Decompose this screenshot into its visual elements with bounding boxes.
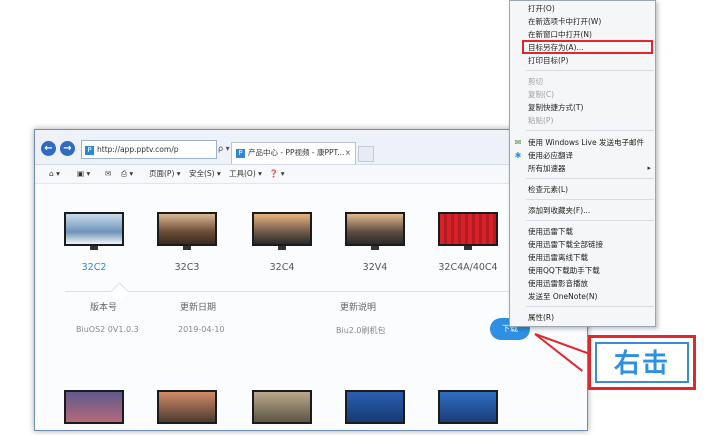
safety-menu[interactable]: 安全(S) ▾ (189, 165, 221, 183)
menu-separator (526, 70, 654, 71)
tools-menu[interactable]: 工具(O) ▾ (229, 165, 262, 183)
home-button[interactable]: ⌂ ▾ (49, 165, 60, 183)
value-notes: Biu2.0刷机包 (336, 326, 386, 335)
translate-icon: ✱ (514, 151, 522, 160)
tv-stand (90, 246, 98, 250)
menu-separator (526, 178, 654, 179)
tv-thumbnail[interactable] (438, 390, 498, 428)
tab-close-icon[interactable]: × (345, 143, 351, 163)
mail-button[interactable]: ✉ (105, 165, 111, 183)
menu-item-thunder-player[interactable]: 使用迅雷影音播放 (528, 278, 588, 290)
mail-icon: ✉ (514, 138, 522, 147)
new-tab-button[interactable] (358, 146, 374, 162)
menu-item-copy-shortcut[interactable]: 复制快捷方式(T) (528, 102, 583, 114)
tv-thumbnail[interactable] (64, 212, 124, 250)
menu-item-thunder-download[interactable]: 使用迅雷下载 (528, 226, 573, 238)
menu-separator (526, 306, 654, 307)
menu-item-paste[interactable]: 粘贴(P) (528, 115, 553, 127)
menu-item-open-new-tab[interactable]: 在新选项卡中打开(W) (528, 16, 601, 28)
tab-site-icon: P (236, 148, 245, 158)
header-version: 版本号 (90, 303, 118, 313)
tv-thumbnail[interactable] (252, 390, 312, 428)
menu-item-translate[interactable]: 使用必应翻译 (528, 150, 573, 162)
product-label[interactable]: 32C4A/40C4 (423, 262, 513, 273)
print-button[interactable]: ⎙ ▾ (121, 165, 133, 183)
menu-item-thunder-offline[interactable]: 使用迅雷离线下载 (528, 252, 588, 264)
tv-stand (464, 246, 472, 250)
address-bar[interactable]: Phttp://app.pptv.com/p (81, 140, 217, 159)
browser-titlebar: ← → Phttp://app.pptv.com/p ρ ▾ C P 产品中心 -… (35, 130, 587, 165)
tv-thumbnail[interactable] (438, 212, 498, 250)
details-divider (65, 291, 565, 292)
site-icon: P (85, 145, 94, 155)
menu-item-copy[interactable]: 复制(C) (528, 89, 554, 101)
tv-thumbnail[interactable] (157, 390, 217, 428)
browser-tab[interactable]: P 产品中心 - PP视频 - 康PPT... × (231, 142, 356, 164)
tv-screen (157, 390, 217, 424)
header-notes: 更新说明 (340, 303, 377, 313)
tv-screen (438, 212, 498, 246)
product-label[interactable]: 32V4 (330, 262, 420, 273)
menu-item-print-target[interactable]: 打印目标(P) (528, 55, 568, 67)
tv-screen (64, 212, 124, 246)
tv-screen (438, 390, 498, 424)
menu-separator (526, 220, 654, 221)
value-version: BiuOS2 0V1.0.3 (76, 325, 139, 334)
tv-screen (252, 390, 312, 424)
product-label[interactable]: 32C4 (237, 262, 327, 273)
tv-screen (345, 212, 405, 246)
tv-stand (278, 246, 286, 250)
menu-item-send-email[interactable]: 使用 Windows Live 发送电子邮件 (528, 137, 644, 149)
menu-item-inspect-element[interactable]: 检查元素(L) (528, 184, 568, 196)
feeds-button[interactable]: ▣ ▾ (77, 165, 90, 183)
tv-screen (345, 390, 405, 424)
page-menu[interactable]: 页面(P) ▾ (149, 165, 181, 183)
help-menu[interactable]: ❓ ▾ (269, 165, 285, 183)
menu-separator (526, 130, 654, 131)
browser-window: ← → Phttp://app.pptv.com/p ρ ▾ C P 产品中心 -… (34, 129, 588, 431)
menu-item-accelerators[interactable]: 所有加速器 (528, 163, 566, 175)
menu-item-qq-download[interactable]: 使用QQ下载助手下载 (528, 265, 600, 277)
address-text: http://app.pptv.com/p (97, 145, 179, 154)
page-content: 32C2 32C3 32C4 32V4 32C4A/40C4 版本号 更新日期 … (35, 184, 587, 430)
value-date: 2019-04-10 (178, 325, 225, 334)
menu-item-properties[interactable]: 属性(R) (528, 312, 554, 324)
product-label[interactable]: 32C3 (142, 262, 232, 273)
menu-item-send-onenote[interactable]: 发送至 OneNote(N) (528, 291, 597, 303)
submenu-arrow-icon: ▸ (647, 164, 651, 172)
tv-thumbnail[interactable] (345, 212, 405, 250)
command-bar: ⌂ ▾ ▣ ▾ ✉ ⎙ ▾ 页面(P) ▾ 安全(S) ▾ 工具(O) ▾ ❓ … (35, 165, 587, 184)
back-button[interactable]: ← (41, 141, 56, 156)
menu-separator (526, 199, 654, 200)
tv-thumbnail[interactable] (345, 390, 405, 428)
header-date: 更新日期 (180, 303, 217, 313)
tv-stand (371, 246, 379, 250)
menu-item-add-favorites[interactable]: 添加到收藏夹(F)... (528, 205, 590, 217)
tv-stand (183, 246, 191, 250)
menu-item-cut[interactable]: 剪切 (528, 76, 543, 88)
tv-thumbnail[interactable] (157, 212, 217, 250)
right-click-callout: 右击 (588, 335, 696, 390)
menu-item-thunder-download-all[interactable]: 使用迅雷下载全部链接 (528, 239, 603, 251)
tv-screen (157, 212, 217, 246)
active-indicator (110, 282, 129, 301)
tv-thumbnail[interactable] (252, 212, 312, 250)
tv-thumbnail[interactable] (64, 390, 124, 428)
callout-text: 右击 (595, 342, 689, 383)
save-target-highlight (522, 40, 653, 54)
product-label[interactable]: 32C2 (49, 262, 139, 273)
forward-button[interactable]: → (60, 141, 75, 156)
menu-item-open[interactable]: 打开(O) (528, 3, 555, 15)
tv-screen (64, 390, 124, 424)
tv-screen (252, 212, 312, 246)
tab-title: 产品中心 - PP视频 - 康PPT... (248, 148, 345, 157)
